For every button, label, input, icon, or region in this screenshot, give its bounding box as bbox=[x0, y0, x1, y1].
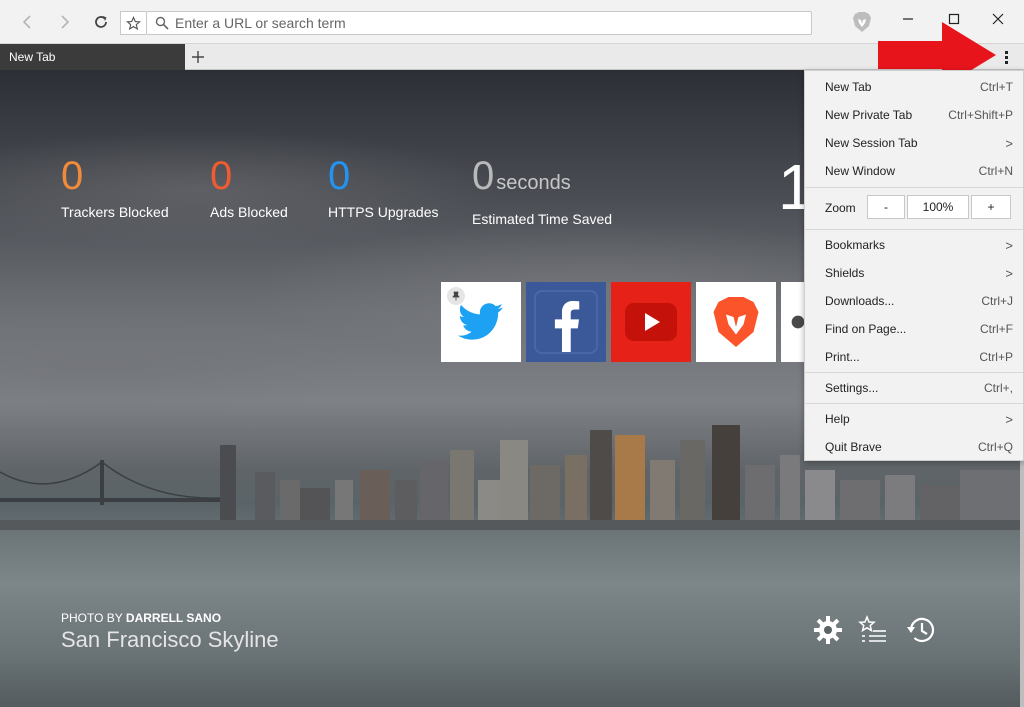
menu-item-new-private-tab[interactable]: New Private Tab Ctrl+Shift+P bbox=[805, 101, 1023, 129]
trackers-blocked-stat: 0 Trackers Blocked bbox=[61, 154, 169, 220]
tab-strip: New Tab bbox=[0, 44, 1024, 70]
reload-button[interactable] bbox=[89, 10, 113, 34]
menu-item-settings[interactable]: Settings... Ctrl+, bbox=[805, 374, 1023, 402]
zoom-label: Zoom bbox=[825, 201, 856, 215]
back-button[interactable] bbox=[15, 10, 39, 34]
menu-item-label: Bookmarks bbox=[825, 238, 886, 252]
pin-icon[interactable] bbox=[447, 287, 465, 305]
menu-dot bbox=[1004, 60, 1008, 64]
menu-dot bbox=[1004, 55, 1008, 59]
chevron-right-icon: > bbox=[1005, 237, 1013, 253]
history-icon[interactable] bbox=[905, 614, 937, 646]
facebook-icon bbox=[554, 300, 580, 352]
address-toolbar bbox=[0, 0, 1024, 44]
ads-blocked-label: Ads Blocked bbox=[210, 204, 288, 220]
zoom-in-button[interactable]: + bbox=[971, 195, 1011, 219]
menu-separator bbox=[805, 372, 1023, 373]
menu-item-label: New Private Tab bbox=[825, 108, 913, 122]
top-site-facebook[interactable] bbox=[526, 282, 606, 362]
menu-item-shortcut: Ctrl+, bbox=[983, 381, 1013, 395]
menu-item-new-window[interactable]: New Window Ctrl+N bbox=[805, 157, 1023, 185]
top-site-twitter[interactable] bbox=[441, 282, 521, 362]
star-icon bbox=[126, 15, 141, 30]
menu-item-shortcut: Ctrl+Shift+P bbox=[948, 108, 1013, 122]
chevron-right-icon: > bbox=[1005, 411, 1013, 427]
brave-lion-icon bbox=[713, 297, 759, 347]
trackers-blocked-count: 0 bbox=[61, 154, 84, 198]
photo-credit-prefix: PHOTO BY bbox=[61, 611, 123, 625]
menu-item-shortcut: Ctrl+T bbox=[980, 80, 1013, 94]
forward-button[interactable] bbox=[53, 10, 77, 34]
chevron-right-icon: > bbox=[1005, 265, 1013, 281]
menu-separator bbox=[805, 403, 1023, 404]
menu-item-label: Quit Brave bbox=[825, 440, 882, 454]
menu-item-shortcut: Ctrl+F bbox=[980, 322, 1013, 336]
tab-new-tab[interactable]: New Tab bbox=[0, 44, 185, 70]
hamburger-menu-button[interactable] bbox=[996, 47, 1016, 67]
back-arrow-icon bbox=[22, 15, 31, 29]
main-menu: New Tab Ctrl+T New Private Tab Ctrl+Shif… bbox=[804, 70, 1024, 461]
https-upgrades-stat: 0 HTTPS Upgrades bbox=[328, 154, 438, 220]
twitter-icon bbox=[458, 303, 504, 340]
menu-item-new-tab[interactable]: New Tab Ctrl+T bbox=[805, 73, 1023, 101]
shields-button[interactable] bbox=[851, 10, 873, 34]
menu-item-shields[interactable]: Shields > bbox=[805, 259, 1023, 287]
zoom-level: 100% bbox=[907, 195, 969, 219]
menu-separator bbox=[805, 187, 1023, 188]
photo-credit-name: DARRELL SANO bbox=[125, 611, 222, 625]
search-icon bbox=[155, 16, 169, 30]
settings-gear-icon[interactable] bbox=[812, 614, 844, 646]
reload-icon bbox=[95, 16, 107, 28]
menu-item-shortcut: Ctrl+P bbox=[979, 350, 1013, 364]
url-bar[interactable] bbox=[146, 11, 812, 35]
photo-credit: PHOTO BY DARRELL SANO bbox=[61, 611, 221, 625]
time-saved-unit: seconds bbox=[496, 172, 571, 194]
menu-item-new-session-tab[interactable]: New Session Tab > bbox=[805, 129, 1023, 157]
menu-item-shortcut: Ctrl+Q bbox=[977, 440, 1013, 454]
youtube-icon bbox=[625, 303, 677, 341]
chevron-right-icon: > bbox=[1005, 135, 1013, 151]
https-upgrades-count: 0 bbox=[328, 154, 351, 198]
menu-item-downloads[interactable]: Downloads... Ctrl+J bbox=[805, 287, 1023, 315]
menu-item-quit-brave[interactable]: Quit Brave Ctrl+Q bbox=[805, 433, 1023, 461]
plus-icon bbox=[192, 51, 204, 63]
top-site-github[interactable] bbox=[781, 282, 805, 362]
menu-item-label: New Tab bbox=[825, 80, 872, 94]
time-saved-stat: 0 seconds Estimated Time Saved bbox=[472, 154, 612, 227]
menu-item-label: New Session Tab bbox=[825, 136, 918, 150]
forward-arrow-icon bbox=[61, 15, 70, 29]
ads-blocked-count: 0 bbox=[210, 154, 233, 198]
top-site-youtube[interactable] bbox=[611, 282, 691, 362]
bookmark-star-button[interactable] bbox=[120, 11, 146, 35]
menu-item-bookmarks[interactable]: Bookmarks > bbox=[805, 231, 1023, 259]
photo-title: San Francisco Skyline bbox=[61, 627, 279, 652]
time-saved-label: Estimated Time Saved bbox=[472, 211, 613, 227]
menu-item-shortcut: Ctrl+J bbox=[981, 294, 1013, 308]
menu-item-label: Shields bbox=[825, 266, 865, 280]
menu-item-print[interactable]: Print... Ctrl+P bbox=[805, 343, 1023, 371]
https-upgrades-label: HTTPS Upgrades bbox=[328, 204, 439, 220]
menu-item-label: Find on Page... bbox=[825, 322, 907, 336]
menu-separator bbox=[805, 229, 1023, 230]
time-saved-count: 0 bbox=[472, 154, 495, 198]
new-tab-button[interactable] bbox=[187, 44, 209, 70]
url-input[interactable] bbox=[175, 15, 795, 31]
bookmarks-list-icon[interactable] bbox=[858, 614, 890, 646]
menu-item-shortcut: Ctrl+N bbox=[978, 164, 1013, 178]
menu-dot bbox=[1004, 50, 1008, 54]
menu-item-label: Settings... bbox=[825, 381, 879, 395]
menu-item-label: New Window bbox=[825, 164, 896, 178]
menu-item-label: Downloads... bbox=[825, 294, 895, 308]
ads-blocked-stat: 0 Ads Blocked bbox=[210, 154, 288, 220]
github-icon bbox=[791, 315, 805, 329]
top-site-brave[interactable] bbox=[696, 282, 776, 362]
zoom-out-button[interactable]: - bbox=[867, 195, 905, 219]
menu-item-label: Print... bbox=[825, 350, 860, 364]
brave-lion-icon bbox=[853, 12, 871, 32]
trackers-blocked-label: Trackers Blocked bbox=[61, 204, 169, 220]
menu-item-label: Help bbox=[825, 412, 850, 426]
menu-item-help[interactable]: Help > bbox=[805, 405, 1023, 433]
menu-item-find-on-page[interactable]: Find on Page... Ctrl+F bbox=[805, 315, 1023, 343]
tab-label: New Tab bbox=[9, 50, 56, 64]
